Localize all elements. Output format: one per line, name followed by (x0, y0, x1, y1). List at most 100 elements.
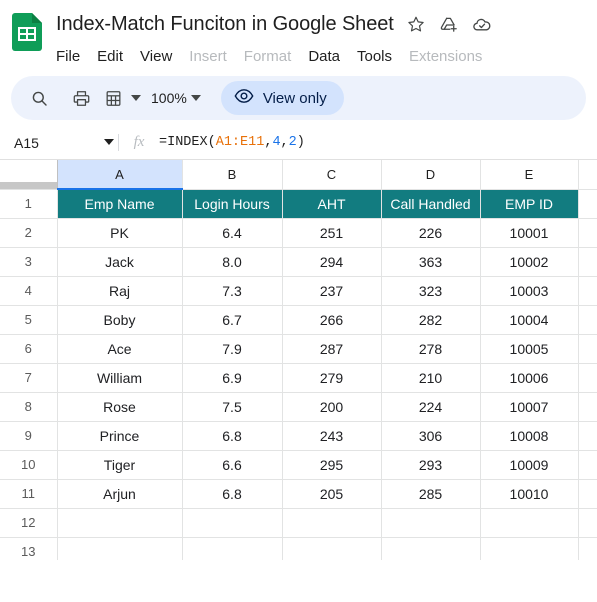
cell-e6[interactable]: 10005 (480, 334, 579, 364)
column-header-c[interactable]: C (282, 160, 382, 190)
cell-b2[interactable]: 6.4 (182, 218, 283, 248)
cell-e12[interactable] (480, 508, 579, 538)
cell-d13[interactable] (381, 537, 481, 560)
cell-b9[interactable]: 6.8 (182, 421, 283, 451)
cell-a6[interactable]: Ace (57, 334, 183, 364)
column-header-f[interactable] (578, 160, 597, 190)
cell-c4[interactable]: 237 (282, 276, 382, 306)
cell-d3[interactable]: 363 (381, 247, 481, 277)
cell-c6[interactable]: 287 (282, 334, 382, 364)
row-header-4[interactable]: 4 (0, 276, 58, 306)
row-header-8[interactable]: 8 (0, 392, 58, 422)
formula-input[interactable]: =INDEX(A1:E11, 4, 2) (159, 126, 597, 159)
cell-c11[interactable]: 205 (282, 479, 382, 509)
document-status-cloud-icon[interactable] (472, 14, 492, 34)
cell-e11[interactable]: 10010 (480, 479, 579, 509)
cell-f2[interactable] (578, 218, 597, 248)
table-header-call-handled[interactable]: Call Handled (381, 189, 481, 219)
star-icon[interactable] (406, 14, 426, 34)
cell-e5[interactable]: 10004 (480, 305, 579, 335)
row-header-9[interactable]: 9 (0, 421, 58, 451)
cell-a4[interactable]: Raj (57, 276, 183, 306)
zoom-chevron-down-icon[interactable] (189, 83, 203, 113)
table-header-emp-name[interactable]: Emp Name (57, 189, 183, 219)
cell-a2[interactable]: PK (57, 218, 183, 248)
cell-d10[interactable]: 293 (381, 450, 481, 480)
cell-d8[interactable]: 224 (381, 392, 481, 422)
row-header-12[interactable]: 12 (0, 508, 58, 538)
cell-d12[interactable] (381, 508, 481, 538)
spreadsheet-grid[interactable]: A B C D E 1 Emp Name Login Hours AHT Cal… (0, 160, 597, 560)
cell-b13[interactable] (182, 537, 283, 560)
column-header-e[interactable]: E (480, 160, 579, 190)
menu-item-insert[interactable]: Insert (189, 48, 227, 65)
cell-e8[interactable]: 10007 (480, 392, 579, 422)
row-header-1[interactable]: 1 (0, 189, 58, 219)
cell-f6[interactable] (578, 334, 597, 364)
cell-f7[interactable] (578, 363, 597, 393)
cell-d11[interactable]: 285 (381, 479, 481, 509)
menu-item-view[interactable]: View (140, 48, 172, 65)
row-header-5[interactable]: 5 (0, 305, 58, 335)
cell-e13[interactable] (480, 537, 579, 560)
cell-b11[interactable]: 6.8 (182, 479, 283, 509)
cell-d7[interactable]: 210 (381, 363, 481, 393)
menu-item-edit[interactable]: Edit (97, 48, 123, 65)
cell-f11[interactable] (578, 479, 597, 509)
cell-d2[interactable]: 226 (381, 218, 481, 248)
cell-c8[interactable]: 200 (282, 392, 382, 422)
cell-a5[interactable]: Boby (57, 305, 183, 335)
cell-f13[interactable] (578, 537, 597, 560)
cell-d9[interactable]: 306 (381, 421, 481, 451)
cell-e7[interactable]: 10006 (480, 363, 579, 393)
row-header-3[interactable]: 3 (0, 247, 58, 277)
cell-f3[interactable] (578, 247, 597, 277)
cell-e3[interactable]: 10002 (480, 247, 579, 277)
cell-f4[interactable] (578, 276, 597, 306)
cell-c12[interactable] (282, 508, 382, 538)
cell-b10[interactable]: 6.6 (182, 450, 283, 480)
select-all-corner[interactable] (0, 160, 58, 190)
cell-a11[interactable]: Arjun (57, 479, 183, 509)
cell-f1[interactable] (578, 189, 597, 219)
cell-b5[interactable]: 6.7 (182, 305, 283, 335)
spreadsheet-icon[interactable] (97, 82, 129, 114)
cell-b6[interactable]: 7.9 (182, 334, 283, 364)
cell-e9[interactable]: 10008 (480, 421, 579, 451)
cell-d4[interactable]: 323 (381, 276, 481, 306)
column-header-d[interactable]: D (381, 160, 481, 190)
cell-a9[interactable]: Prince (57, 421, 183, 451)
row-header-2[interactable]: 2 (0, 218, 58, 248)
print-icon[interactable] (65, 82, 97, 114)
spreadsheet-chevron-down-icon[interactable] (129, 83, 143, 113)
cell-c9[interactable]: 243 (282, 421, 382, 451)
cell-d5[interactable]: 282 (381, 305, 481, 335)
table-header-aht[interactable]: AHT (282, 189, 382, 219)
table-header-emp-id[interactable]: EMP ID (480, 189, 579, 219)
menu-item-data[interactable]: Data (308, 48, 340, 65)
column-header-b[interactable]: B (182, 160, 283, 190)
cell-a8[interactable]: Rose (57, 392, 183, 422)
cell-a7[interactable]: William (57, 363, 183, 393)
cell-a3[interactable]: Jack (57, 247, 183, 277)
cell-d6[interactable]: 278 (381, 334, 481, 364)
cell-b4[interactable]: 7.3 (182, 276, 283, 306)
name-box[interactable]: A15 (0, 126, 118, 159)
row-header-10[interactable]: 10 (0, 450, 58, 480)
table-header-login-hours[interactable]: Login Hours (182, 189, 283, 219)
row-header-13[interactable]: 13 (0, 537, 58, 560)
cell-f10[interactable] (578, 450, 597, 480)
menu-item-tools[interactable]: Tools (357, 48, 392, 65)
view-only-button[interactable]: View only (220, 81, 344, 115)
column-header-a[interactable]: A (57, 160, 183, 190)
cell-c3[interactable]: 294 (282, 247, 382, 277)
cell-f12[interactable] (578, 508, 597, 538)
menu-item-file[interactable]: File (56, 48, 80, 65)
cell-a13[interactable] (57, 537, 183, 560)
cell-a12[interactable] (57, 508, 183, 538)
cell-b7[interactable]: 6.9 (182, 363, 283, 393)
cell-c10[interactable]: 295 (282, 450, 382, 480)
cell-c13[interactable] (282, 537, 382, 560)
search-icon[interactable] (23, 82, 55, 114)
row-header-11[interactable]: 11 (0, 479, 58, 509)
